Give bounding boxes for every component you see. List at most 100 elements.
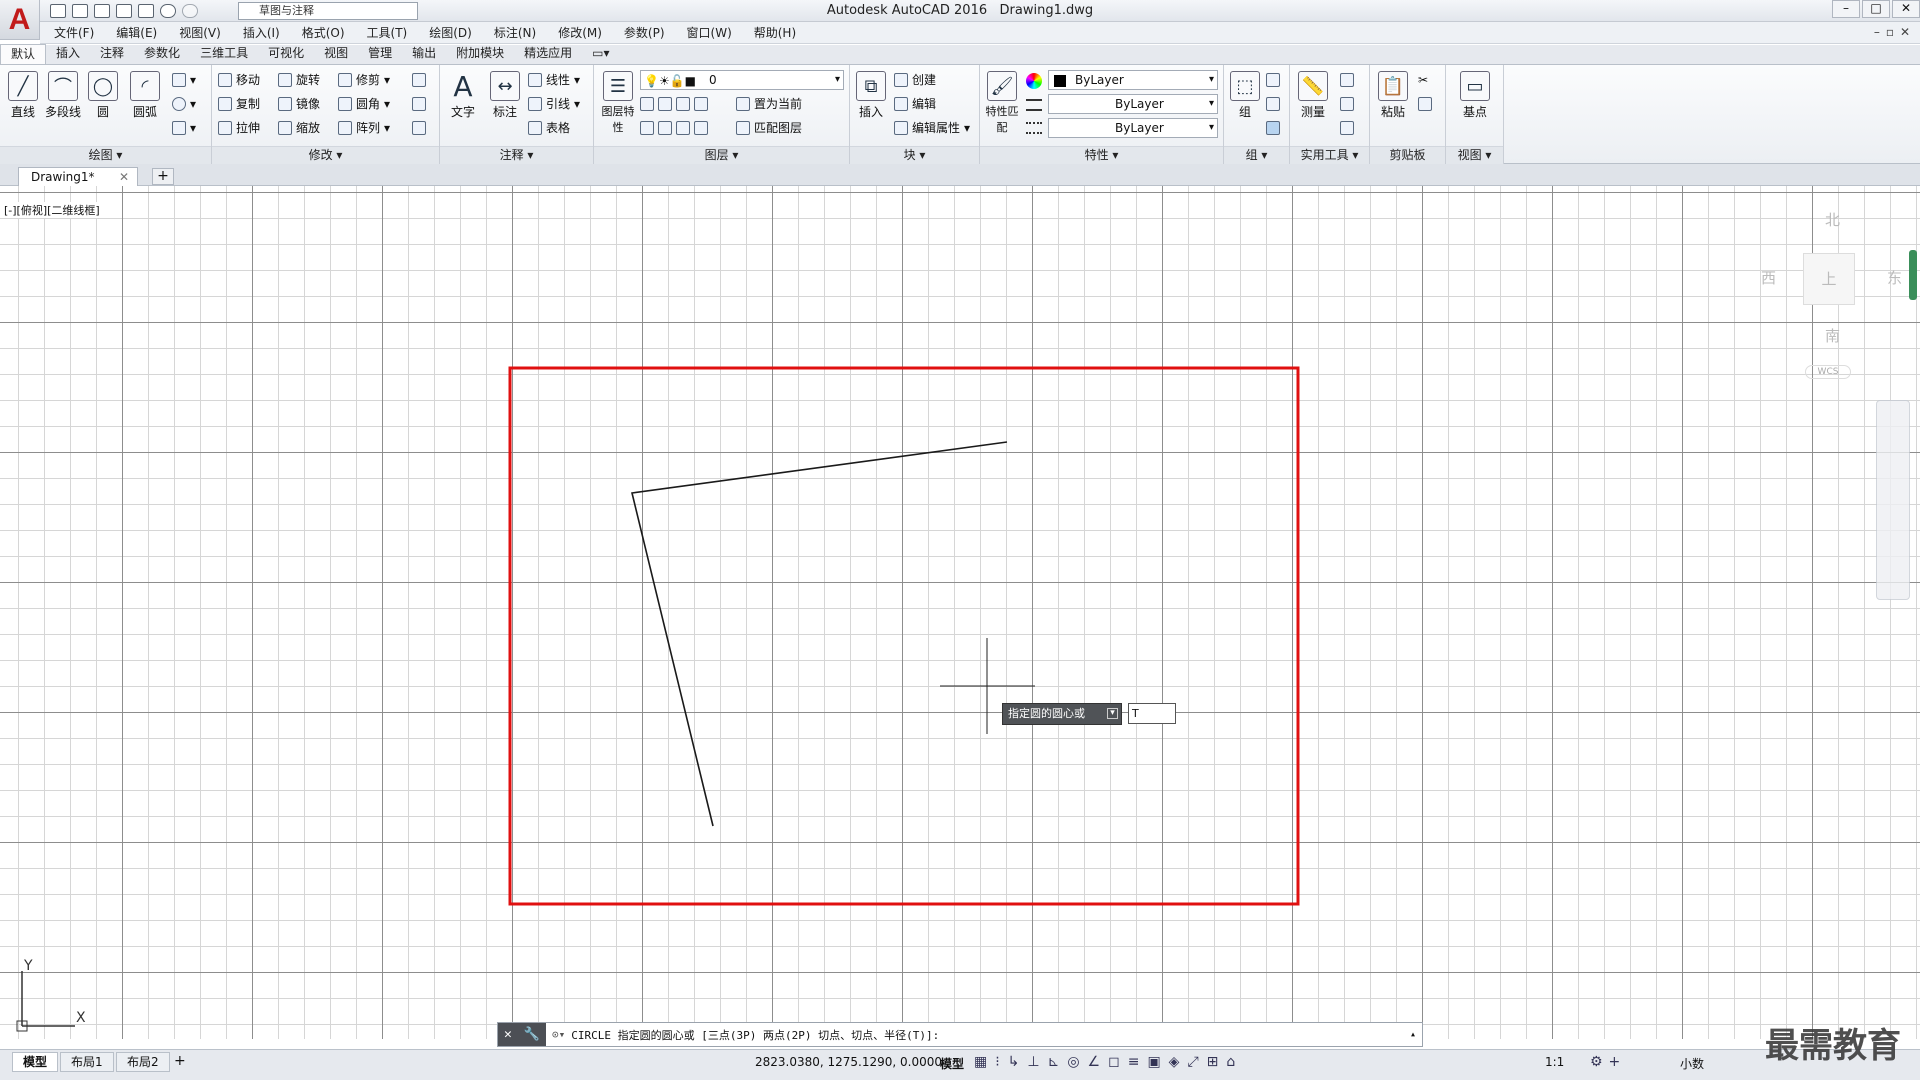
ungroup-button[interactable] bbox=[1266, 71, 1280, 89]
group-select-button[interactable] bbox=[1266, 119, 1280, 137]
circle-button[interactable]: ◯ 圆 bbox=[84, 71, 122, 120]
quick-select-button[interactable] bbox=[1340, 71, 1354, 89]
color-dropdown[interactable]: ByLayer bbox=[1048, 70, 1218, 90]
insert-block-button[interactable]: ⧉ 插入 bbox=[852, 71, 890, 120]
layout-tab-2[interactable]: 布局2 bbox=[116, 1052, 170, 1072]
linetype-dropdown[interactable]: ByLayer bbox=[1048, 94, 1218, 114]
viewcube-west[interactable]: 西 bbox=[1761, 267, 1776, 288]
wcs-menu[interactable]: WCS bbox=[1805, 365, 1851, 379]
match-properties-button[interactable]: 🖌 特性匹配 bbox=[982, 71, 1022, 135]
move-button[interactable]: 移动 bbox=[218, 71, 260, 89]
line-button[interactable]: ╱ 直线 bbox=[4, 71, 42, 120]
menu-draw[interactable]: 绘图(D) bbox=[429, 24, 472, 41]
edit-block-button[interactable]: 编辑 bbox=[894, 95, 936, 113]
layout-tab-1[interactable]: 布局1 bbox=[60, 1052, 114, 1072]
tab-3d-tools[interactable]: 三维工具 bbox=[190, 44, 258, 64]
status-settings-icons[interactable]: ⚙+ bbox=[1590, 1054, 1626, 1070]
menu-file[interactable]: 文件(F) bbox=[54, 24, 94, 41]
viewcube-south[interactable]: 南 bbox=[1825, 325, 1840, 346]
scale-button[interactable]: 缩放 bbox=[278, 119, 320, 137]
units-setting[interactable]: 小数 bbox=[1680, 1055, 1704, 1072]
red-boundary-rectangle[interactable] bbox=[508, 366, 1300, 906]
layers-panel-title[interactable]: 图层 ▾ bbox=[594, 146, 849, 164]
command-history-toggle[interactable]: ▴ bbox=[1410, 1029, 1416, 1040]
dimension-button[interactable]: ↔ 标注 bbox=[486, 71, 524, 120]
model-space-toggle[interactable]: 模型 bbox=[940, 1055, 964, 1072]
customize-icon[interactable]: 🔧 bbox=[524, 1027, 540, 1042]
properties-panel-title[interactable]: 特性 ▾ bbox=[980, 146, 1223, 164]
close-tab-icon[interactable]: ✕ bbox=[119, 168, 129, 186]
menu-modify[interactable]: 修改(M) bbox=[558, 24, 602, 41]
paste-button[interactable]: 📋 粘贴 bbox=[1374, 71, 1412, 120]
recent-commands-icon[interactable]: ⊙▾ bbox=[552, 1028, 565, 1041]
layer-properties-button[interactable]: ☰ 图层特性 bbox=[598, 71, 638, 135]
tab-manage[interactable]: 管理 bbox=[358, 44, 402, 64]
rectangle-button[interactable]: ▾ bbox=[172, 71, 196, 89]
options-arrow-icon[interactable]: ▾ bbox=[1107, 708, 1118, 719]
edit-attribute-button[interactable]: 编辑属性 ▾ bbox=[894, 119, 970, 137]
erase-button[interactable] bbox=[412, 71, 426, 89]
mirror-button[interactable]: 镜像 bbox=[278, 95, 320, 113]
lineweight-dropdown[interactable]: ByLayer bbox=[1048, 118, 1218, 138]
explode-button[interactable] bbox=[412, 95, 426, 113]
tab-visualize[interactable]: 可视化 bbox=[258, 44, 314, 64]
array-button[interactable]: 阵列 ▾ bbox=[338, 119, 390, 137]
command-line[interactable]: ✕ 🔧 ⊙▾ CIRCLE 指定圆的圆心或 [三点(3P) 两点(2P) 切点、切… bbox=[497, 1022, 1423, 1047]
viewcube-top-face[interactable]: 上 bbox=[1803, 253, 1855, 305]
copy-clip-button[interactable] bbox=[1418, 95, 1432, 113]
menu-dimension[interactable]: 标注(N) bbox=[494, 24, 536, 41]
layer-tools-row-1[interactable] bbox=[640, 95, 708, 113]
hatch-button[interactable]: ▾ bbox=[172, 119, 196, 137]
menu-tools[interactable]: 工具(T) bbox=[367, 24, 408, 41]
tab-parametric[interactable]: 参数化 bbox=[134, 44, 190, 64]
navigation-bar[interactable] bbox=[1876, 400, 1910, 600]
view-panel-title[interactable]: 视图 ▾ bbox=[1446, 146, 1503, 164]
menu-view[interactable]: 视图(V) bbox=[179, 24, 221, 41]
add-layout-button[interactable]: + bbox=[174, 1053, 186, 1069]
modify-panel-title[interactable]: 修改 ▾ bbox=[212, 146, 439, 164]
utilities-panel-title[interactable]: 实用工具 ▾ bbox=[1290, 146, 1369, 164]
polyline-button[interactable]: ⌒ 多段线 bbox=[44, 71, 82, 120]
tab-home[interactable]: 默认 bbox=[0, 44, 47, 64]
color-wheel-icon[interactable] bbox=[1026, 73, 1042, 89]
tab-annotate[interactable]: 注释 bbox=[90, 44, 134, 64]
menu-edit[interactable]: 编辑(E) bbox=[116, 24, 157, 41]
vertical-scroll-thumb[interactable] bbox=[1909, 250, 1917, 300]
transparency-icon[interactable] bbox=[1026, 122, 1042, 134]
id-point-button[interactable] bbox=[1340, 95, 1354, 113]
measure-button[interactable]: 📏 测量 bbox=[1294, 71, 1332, 120]
tab-view[interactable]: 视图 bbox=[314, 44, 358, 64]
offset-button[interactable] bbox=[412, 119, 426, 137]
menu-insert[interactable]: 插入(I) bbox=[243, 24, 280, 41]
trim-button[interactable]: 修剪 ▾ bbox=[338, 71, 390, 89]
group-edit-button[interactable] bbox=[1266, 95, 1280, 113]
set-current-button[interactable]: 置为当前 bbox=[736, 95, 802, 113]
create-block-button[interactable]: 创建 bbox=[894, 71, 936, 89]
tab-addins[interactable]: 附加模块 bbox=[446, 44, 514, 64]
ribbon-toggle-button[interactable]: ▭▾ bbox=[582, 44, 619, 64]
annotation-scale[interactable]: 1:1 bbox=[1545, 1055, 1564, 1069]
drawn-lines[interactable] bbox=[631, 441, 1008, 827]
leader-button[interactable]: 引线 ▾ bbox=[528, 95, 580, 113]
clipboard-panel-title[interactable]: 剪贴板 bbox=[1370, 146, 1445, 164]
calculator-button[interactable] bbox=[1340, 119, 1354, 137]
fillet-button[interactable]: 圆角 ▾ bbox=[338, 95, 390, 113]
drawing-geometry[interactable] bbox=[0, 186, 1920, 1039]
close-button[interactable]: ✕ bbox=[1892, 0, 1920, 18]
close-command-icon[interactable]: ✕ bbox=[504, 1027, 512, 1042]
tab-output[interactable]: 输出 bbox=[402, 44, 446, 64]
groups-panel-title[interactable]: 组 ▾ bbox=[1224, 146, 1289, 164]
menu-help[interactable]: 帮助(H) bbox=[754, 24, 796, 41]
minimize-button[interactable]: – bbox=[1832, 0, 1860, 18]
layer-tools-row-2[interactable] bbox=[640, 119, 708, 137]
match-layer-button[interactable]: 匹配图层 bbox=[736, 119, 802, 137]
linear-button[interactable]: 线性 ▾ bbox=[528, 71, 580, 89]
status-toggle-icons[interactable]: ▦⁝↳⊥⊾◎∠◻≡▣◈⤢⊞⌂ bbox=[974, 1054, 1243, 1070]
dynamic-input-field[interactable]: T bbox=[1128, 703, 1176, 724]
annotation-panel-title[interactable]: 注释 ▾ bbox=[440, 146, 593, 164]
stretch-button[interactable]: 拉伸 bbox=[218, 119, 260, 137]
coordinates-display[interactable]: 2823.0380, 1275.1290, 0.0000 bbox=[755, 1055, 942, 1069]
maximize-button[interactable]: □ bbox=[1862, 0, 1890, 18]
viewcube-north[interactable]: 北 bbox=[1825, 209, 1840, 230]
tab-insert[interactable]: 插入 bbox=[46, 44, 90, 64]
